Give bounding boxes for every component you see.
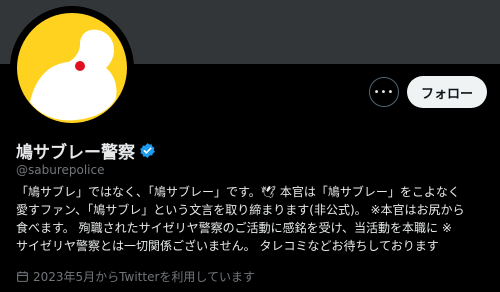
bio-line: サイゼリヤ警察とは一切関係ございません。 タレコミなどお待ちしております (16, 239, 439, 253)
dove-avatar-icon (12, 8, 132, 128)
profile-avatar[interactable] (10, 6, 134, 130)
profile-handle: @saburepolice (16, 163, 105, 177)
joined-date: 2023年5月からTwitterを利用しています (16, 268, 255, 285)
joined-text: 2023年5月からTwitterを利用しています (33, 270, 256, 284)
more-icon: ••• (373, 86, 395, 98)
verified-badge-icon[interactable] (139, 142, 156, 159)
follow-button[interactable]: フォロー (407, 76, 487, 108)
more-options-button[interactable]: ••• (369, 77, 399, 107)
calendar-icon (17, 271, 28, 282)
profile-name: 鳩サブレー警察 (16, 143, 135, 163)
profile-bio: 「鳩サブレ」ではなく、「鳩サブレー」です。🕊 本官は「鳩サブレー」をこよなく 愛… (16, 183, 490, 255)
bio-line: 「鳩サブレ」ではなく、「鳩サブレー」です。🕊 本官は「鳩サブレー」をこよなく (16, 185, 460, 199)
bio-line: 食べます。 殉職されたサイゼリヤ警察のご活動に感銘を受け、当活動を本職に ※ (16, 221, 452, 235)
bio-line: 愛すファン、「鳩サブレ」という文言を取り締まります(非公式)。 ※本官はお尻から (16, 203, 465, 217)
profile-name-row: 鳩サブレー警察 (16, 138, 156, 163)
